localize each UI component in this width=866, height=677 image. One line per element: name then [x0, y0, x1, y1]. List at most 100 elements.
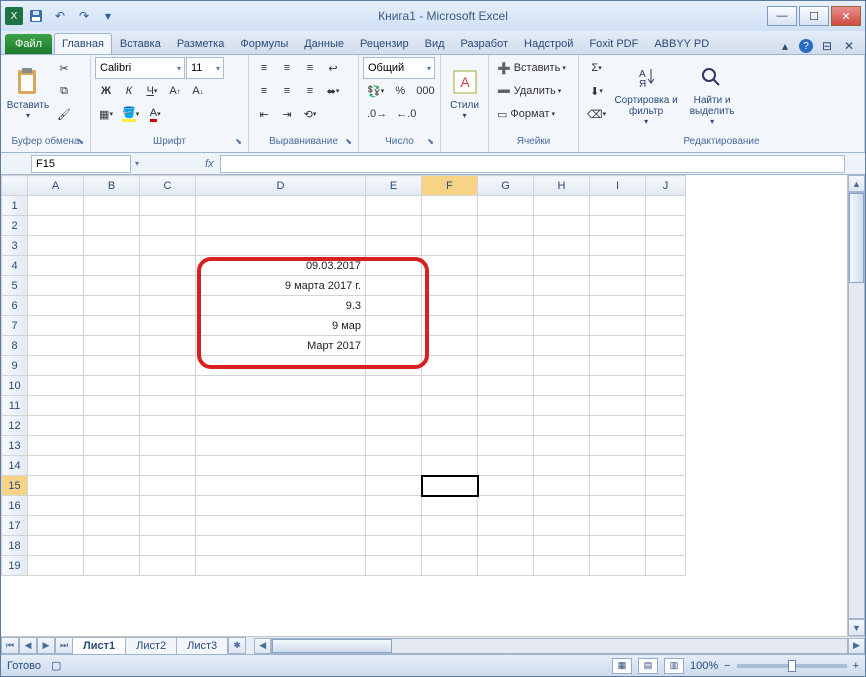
cell[interactable]	[422, 496, 478, 516]
cell[interactable]	[478, 236, 534, 256]
cell[interactable]	[140, 336, 196, 356]
cell[interactable]	[646, 536, 686, 556]
cell[interactable]	[196, 436, 366, 456]
cell[interactable]	[28, 376, 84, 396]
cell[interactable]	[646, 276, 686, 296]
cell[interactable]	[646, 416, 686, 436]
help-icon[interactable]: ?	[799, 39, 813, 53]
cell[interactable]	[422, 436, 478, 456]
row-header[interactable]: 3	[2, 236, 28, 256]
align-left-button[interactable]: ≡	[253, 80, 275, 102]
cell[interactable]	[28, 556, 84, 576]
cell[interactable]	[478, 476, 534, 496]
cell[interactable]	[590, 496, 646, 516]
cell[interactable]	[140, 496, 196, 516]
inner-close-icon[interactable]: ✕	[841, 38, 857, 54]
cell[interactable]	[196, 516, 366, 536]
sheet-tab[interactable]: Лист1	[72, 637, 126, 654]
row-header[interactable]: 17	[2, 516, 28, 536]
cell[interactable]	[534, 276, 590, 296]
cell[interactable]	[422, 556, 478, 576]
cell[interactable]	[84, 276, 140, 296]
format-painter-button[interactable]: 🖌	[53, 103, 75, 125]
cell[interactable]	[366, 536, 422, 556]
cell[interactable]	[590, 416, 646, 436]
decrease-indent-button[interactable]: ⇤	[253, 103, 275, 125]
row-header[interactable]: 2	[2, 216, 28, 236]
cell[interactable]	[534, 516, 590, 536]
cell[interactable]	[366, 296, 422, 316]
column-header[interactable]: J	[646, 176, 686, 196]
qat-save-icon[interactable]	[25, 5, 47, 27]
cell[interactable]	[590, 476, 646, 496]
cell[interactable]	[478, 536, 534, 556]
row-header[interactable]: 18	[2, 536, 28, 556]
cell[interactable]	[422, 536, 478, 556]
cell[interactable]	[534, 536, 590, 556]
scroll-down-icon[interactable]: ▼	[848, 619, 865, 636]
cell[interactable]	[196, 396, 366, 416]
cell[interactable]	[140, 396, 196, 416]
column-header[interactable]: A	[28, 176, 84, 196]
page-break-view-button[interactable]: ▥	[664, 658, 684, 674]
align-bottom-button[interactable]: ≡	[299, 57, 321, 79]
cell[interactable]	[422, 216, 478, 236]
tab-разметка[interactable]: Разметка	[169, 33, 233, 54]
cell[interactable]	[140, 536, 196, 556]
cell[interactable]	[478, 436, 534, 456]
cell[interactable]	[140, 256, 196, 276]
row-header[interactable]: 12	[2, 416, 28, 436]
styles-button[interactable]: A Стили▾	[445, 57, 484, 129]
cell[interactable]	[478, 556, 534, 576]
cell[interactable]	[534, 476, 590, 496]
cell[interactable]	[646, 556, 686, 576]
minimize-ribbon-icon[interactable]: ▴	[777, 38, 793, 54]
cell[interactable]	[366, 396, 422, 416]
column-header[interactable]: C	[140, 176, 196, 196]
row-header[interactable]: 8	[2, 336, 28, 356]
zoom-in-button[interactable]: +	[853, 660, 859, 672]
zoom-level[interactable]: 100%	[690, 660, 718, 672]
cell[interactable]	[590, 316, 646, 336]
cell[interactable]	[478, 256, 534, 276]
sheet-tab[interactable]: Лист2	[125, 637, 177, 654]
cell[interactable]: 09.03.2017	[196, 256, 366, 276]
cell[interactable]	[84, 236, 140, 256]
cell[interactable]	[84, 296, 140, 316]
cell[interactable]	[84, 196, 140, 216]
sort-filter-button[interactable]: AЯ Сортировка и фильтр▾	[612, 57, 680, 129]
decrease-font-button[interactable]: A↓	[187, 80, 209, 102]
cell[interactable]	[646, 436, 686, 456]
cell[interactable]	[590, 236, 646, 256]
cell[interactable]	[534, 316, 590, 336]
cell[interactable]	[534, 376, 590, 396]
cell[interactable]	[590, 456, 646, 476]
cell[interactable]	[84, 556, 140, 576]
cell[interactable]	[140, 356, 196, 376]
row-header[interactable]: 16	[2, 496, 28, 516]
cell[interactable]	[422, 316, 478, 336]
sheet-nav-prev-icon[interactable]: ◀	[19, 637, 37, 654]
scrollbar-thumb[interactable]	[849, 193, 864, 283]
vertical-scrollbar[interactable]: ▲ ▼	[847, 175, 865, 636]
underline-button[interactable]: Ч▾	[141, 80, 163, 102]
cut-button[interactable]: ✂	[53, 57, 75, 79]
cell[interactable]	[84, 476, 140, 496]
cell[interactable]	[28, 416, 84, 436]
cell[interactable]	[28, 456, 84, 476]
cell[interactable]	[478, 296, 534, 316]
cell[interactable]	[646, 496, 686, 516]
cell[interactable]	[366, 436, 422, 456]
cell[interactable]	[366, 196, 422, 216]
cell[interactable]	[28, 396, 84, 416]
column-header[interactable]: B	[84, 176, 140, 196]
cell[interactable]	[196, 536, 366, 556]
zoom-slider[interactable]	[737, 664, 847, 668]
qat-redo-icon[interactable]: ↷	[73, 5, 95, 27]
increase-font-button[interactable]: A↑	[164, 80, 186, 102]
cell[interactable]: Март 2017	[196, 336, 366, 356]
new-sheet-button[interactable]: ✱	[228, 637, 246, 654]
autosum-button[interactable]: Σ▾	[583, 57, 610, 79]
align-center-button[interactable]: ≡	[276, 80, 298, 102]
cell[interactable]	[366, 256, 422, 276]
